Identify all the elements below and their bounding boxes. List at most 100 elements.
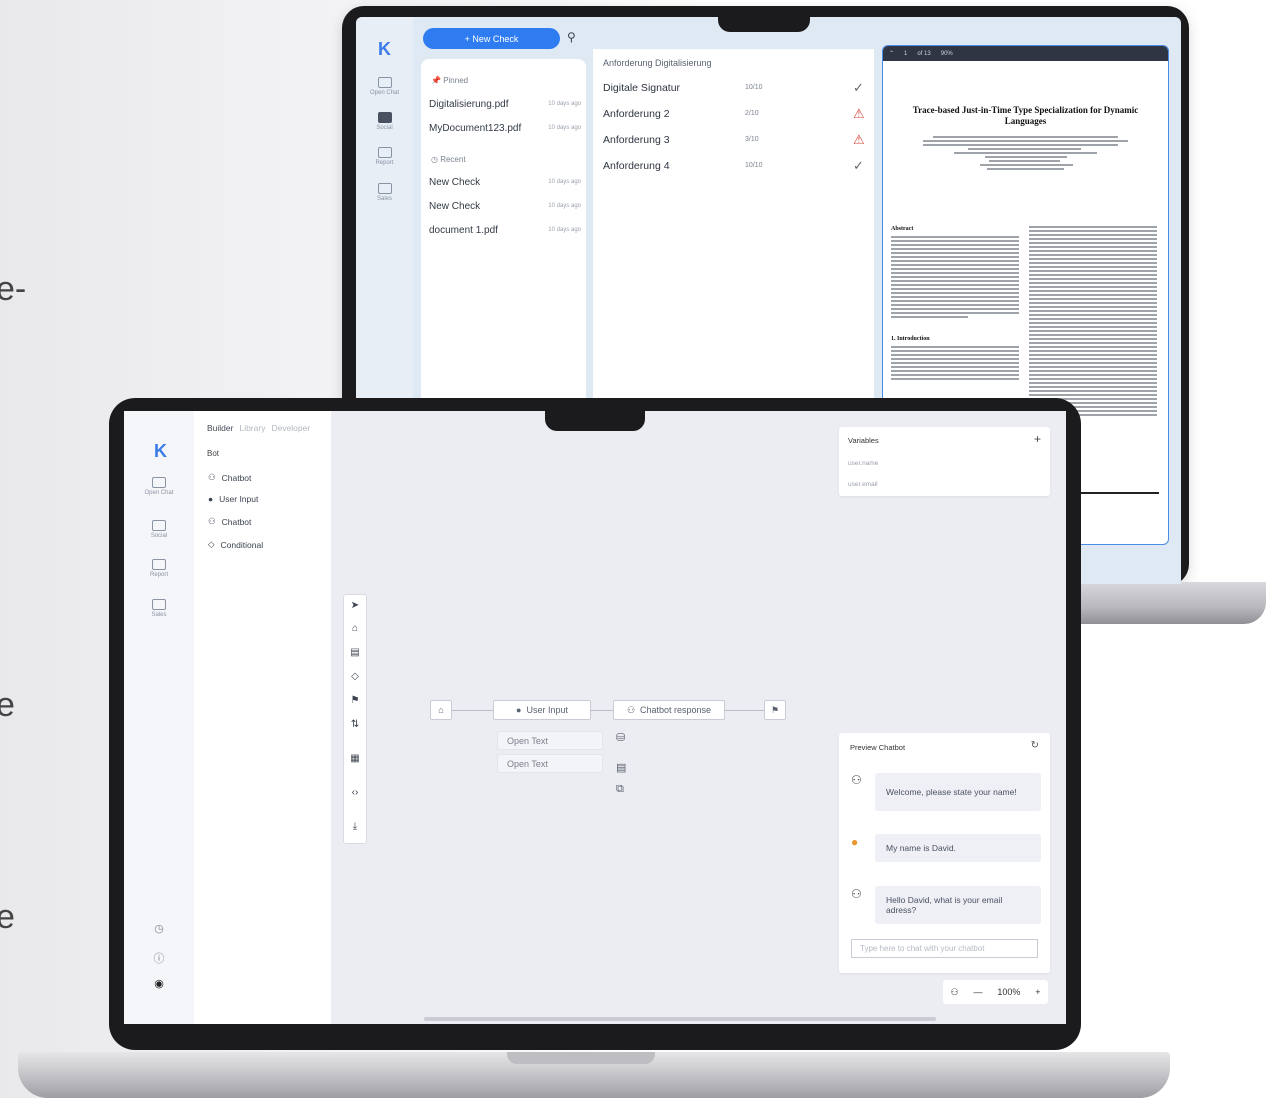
flow-edge [724, 710, 764, 711]
user-icon: ● [208, 494, 214, 504]
user-input-node[interactable]: ● User Input [493, 700, 591, 720]
horizontal-scrollbar[interactable] [424, 1017, 936, 1021]
chatbot-response-node[interactable]: ⚇ Chatbot response [613, 700, 725, 720]
pdf-toolbar[interactable]: ⌃ 1 of 13 90% [883, 46, 1168, 61]
bot-icon: ⚇ [626, 704, 636, 715]
diamond-icon: ◇ [208, 539, 215, 549]
pdf-zoom[interactable]: 90% [941, 51, 953, 57]
copy-icon[interactable]: ⧉ [616, 783, 624, 796]
pdf-page[interactable]: 1 [904, 51, 907, 57]
check-icon: ✓ [853, 80, 864, 95]
nav-open-chat[interactable]: Open Chat [356, 77, 413, 96]
bot-sidebar: Builder Library Developer Bot ⚇ Chatbot ●… [194, 411, 331, 1024]
reset-icon[interactable]: ↻ [1031, 740, 1039, 751]
bot-icon: ⚇ [208, 516, 216, 526]
download-icon[interactable]: ⤓ [344, 821, 366, 832]
table-icon[interactable]: ▦ [344, 753, 366, 764]
home-icon[interactable]: ⌂ [344, 623, 366, 634]
chat-icon [377, 112, 392, 123]
app-logo[interactable]: K [378, 39, 391, 60]
pdf-column-left [891, 236, 1019, 320]
home-icon: ⌂ [438, 705, 444, 715]
flag-icon[interactable]: ⚑ [344, 695, 366, 706]
new-check-button[interactable]: + New Check [423, 28, 560, 49]
background-text-fragment: e [0, 898, 15, 936]
nav-social[interactable]: Social [124, 520, 194, 539]
option-node[interactable]: Open Text [497, 731, 603, 750]
requirement-row[interactable]: Digitale Signatur 10/10 ✓ [603, 80, 868, 95]
requirement-row[interactable]: Anforderung 3 3/10 ⚠ [603, 132, 868, 147]
option-node[interactable]: Open Text [497, 754, 603, 773]
note-icon[interactable]: ▤ [344, 647, 366, 658]
block-conditional[interactable]: ◇ Conditional [208, 539, 263, 550]
chat-icon [152, 599, 166, 610]
list-item[interactable]: MyDocument123.pdf 10 days ago [429, 123, 581, 134]
list-item[interactable]: New Check 10 days ago [429, 201, 581, 212]
code-icon[interactable]: ‹› [344, 787, 366, 798]
diamond-icon[interactable]: ◇ [344, 671, 366, 682]
clock-icon[interactable]: ◷ [124, 922, 194, 935]
recent-header: ◷ Recent [431, 155, 466, 164]
flow-edge [590, 710, 613, 711]
bot-avatar-icon: ⚇ [851, 773, 862, 787]
pdf-title: Trace-based Just-in-Time Type Specializa… [912, 105, 1139, 126]
nav-social[interactable]: Social [356, 112, 413, 131]
note-icon[interactable]: ▤ [616, 761, 626, 774]
add-variable-button[interactable]: + [1034, 432, 1041, 446]
nav-report[interactable]: Report [124, 559, 194, 578]
pdf-abstract-heading: Abstract [891, 226, 914, 232]
block-chatbot[interactable]: ⚇ Chatbot [208, 472, 251, 483]
cursor-icon[interactable]: ➤ [344, 600, 366, 611]
background-text-fragment: e [0, 686, 15, 724]
list-item[interactable]: New Check 10 days ago [429, 177, 581, 188]
tab-library[interactable]: Library [239, 423, 265, 433]
user-profile-icon[interactable]: ◉ [124, 977, 194, 990]
bot-icon[interactable]: ⚇ [950, 987, 958, 998]
nav-sales[interactable]: Sales [124, 599, 194, 618]
help-icon[interactable]: ⓘ [124, 950, 194, 966]
chevron-up-icon[interactable]: ⌃ [889, 50, 894, 57]
block-user-input[interactable]: ● User Input [208, 494, 258, 504]
list-item[interactable]: document 1.pdf 10 days ago [429, 225, 581, 236]
preview-chatbot-panel: Preview Chatbot ↻ ⚇ Welcome, please stat… [839, 733, 1050, 973]
variables-panel: Variables + user.name user.email [839, 427, 1050, 496]
flow-edge [452, 710, 493, 711]
user-icon: ● [516, 705, 522, 715]
database-icon[interactable]: ⛁ [616, 731, 625, 744]
search-icon[interactable]: ⚲ [567, 30, 576, 44]
chat-message-bot: Hello David, what is your email adress? [875, 886, 1041, 924]
pdf-intro-heading: 1. Introduction [891, 336, 930, 342]
nav-open-chat[interactable]: Open Chat [124, 477, 194, 496]
warning-icon: ⚠ [853, 106, 865, 121]
start-node[interactable]: ⌂ [430, 700, 452, 720]
pdf-page-count: of 13 [917, 50, 931, 57]
tab-builder[interactable]: Builder [207, 423, 233, 433]
chat-message-bot: Welcome, please state your name! [875, 773, 1041, 811]
tab-developer[interactable]: Developer [271, 423, 310, 433]
list-item[interactable]: Digitalisierung.pdf 10 days ago [429, 99, 581, 110]
zoom-out-button[interactable]: — [973, 987, 982, 997]
chat-input[interactable]: Type here to chat with your chatbot [851, 939, 1038, 958]
pinned-header: 📌 Pinned [431, 76, 469, 85]
chat-icon [377, 183, 392, 194]
variable-item[interactable]: user.name [848, 460, 878, 467]
nav-sales[interactable]: Sales [356, 183, 413, 202]
warning-icon: ⚠ [853, 132, 865, 147]
zoom-in-button[interactable]: + [1035, 987, 1040, 997]
background-text-fragment: e- [0, 270, 27, 308]
route-icon[interactable]: ⇅ [344, 719, 366, 730]
app-logo[interactable]: K [154, 441, 167, 462]
bot-icon: ⚇ [208, 472, 216, 482]
chat-icon [152, 477, 166, 488]
canvas-toolbar: ➤ ⌂ ▤ ◇ ⚑ ⇅ ▦ ‹› ⤓ [343, 594, 367, 844]
front-laptop-notch [545, 409, 645, 431]
variable-item[interactable]: user.email [848, 481, 878, 488]
chat-icon [377, 77, 392, 88]
pdf-authors [923, 136, 1128, 172]
variables-title: Variables [848, 436, 879, 445]
requirement-row[interactable]: Anforderung 2 2/10 ⚠ [603, 106, 868, 121]
requirement-row[interactable]: Anforderung 4 10/10 ✓ [603, 158, 868, 173]
end-node[interactable]: ⚑ [764, 700, 786, 720]
block-chatbot[interactable]: ⚇ Chatbot [208, 516, 251, 527]
nav-report[interactable]: Report [356, 147, 413, 166]
